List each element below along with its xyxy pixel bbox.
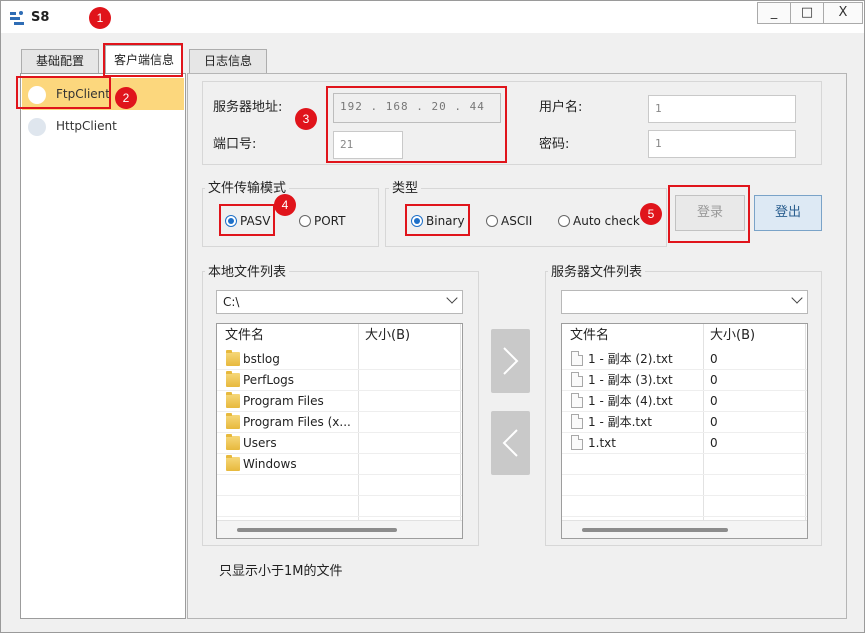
chevron-left-icon (502, 429, 518, 457)
ascii-radio[interactable]: ASCII (486, 214, 532, 228)
minimize-button[interactable]: _ (757, 2, 791, 24)
close-button[interactable]: X (823, 2, 863, 24)
auto-check-radio[interactable]: Auto check (558, 214, 640, 228)
file-size-note: 只显示小于1M的文件 (219, 564, 343, 579)
server-address-label: 服务器地址: (213, 100, 283, 115)
annotation-box-5 (668, 185, 750, 243)
server-path-select[interactable] (561, 290, 808, 314)
maximize-button[interactable]: □ (790, 2, 824, 24)
table-row-empty (562, 475, 807, 496)
file-icon (571, 414, 583, 429)
chevron-down-icon (446, 292, 458, 304)
table-row[interactable]: bstlog (217, 349, 462, 370)
scrollbar-thumb[interactable] (237, 528, 397, 532)
port-label: 端口号: (213, 137, 257, 152)
annotation-box-3 (326, 86, 507, 163)
folder-icon (226, 413, 240, 429)
download-button[interactable] (491, 411, 530, 475)
title-bar: S8 _ □ X (1, 1, 864, 33)
tab-log-info[interactable]: 日志信息 (189, 49, 267, 73)
table-row[interactable]: Windows (217, 454, 462, 475)
annotation-badge-5: 5 (640, 203, 662, 225)
local-files-title: 本地文件列表 (205, 261, 290, 280)
annotation-badge-4: 4 (274, 194, 296, 216)
annotation-badge-2: 2 (115, 87, 137, 109)
file-icon (571, 351, 583, 366)
server-file-table: 文件名 大小(B) 1 - 副本 (2).txt 0 1 - 副本 (3).txt… (561, 323, 808, 539)
table-row[interactable]: Program Files (x... (217, 412, 462, 433)
radio-icon (486, 215, 498, 227)
folder-icon (226, 434, 240, 450)
sidebar-item-label: HttpClient (56, 119, 117, 133)
username-input[interactable]: 1 (648, 95, 796, 123)
logout-button[interactable]: 登出 (754, 195, 822, 231)
tab-basic-config[interactable]: 基础配置 (21, 49, 99, 73)
table-row-empty (217, 496, 462, 517)
horizontal-scrollbar[interactable] (562, 520, 807, 538)
scrollbar-thumb[interactable] (582, 528, 728, 532)
chevron-right-icon (503, 347, 519, 375)
type-title: 类型 (389, 177, 422, 196)
annotation-badge-1: 1 (89, 7, 111, 29)
radio-icon (558, 215, 570, 227)
annotation-box-1 (103, 43, 183, 77)
table-row-empty (562, 496, 807, 517)
client-list: FtpClient HttpClient (20, 73, 186, 619)
app-logo-icon (10, 11, 24, 25)
folder-icon (226, 371, 240, 387)
file-icon (571, 435, 583, 450)
local-path-select[interactable]: C:\ (216, 290, 463, 314)
password-input[interactable]: 1 (648, 130, 796, 158)
table-row[interactable]: 1 - 副本 (4).txt 0 (562, 391, 807, 412)
table-row[interactable]: 1 - 副本 (3).txt 0 (562, 370, 807, 391)
column-header-name[interactable]: 文件名 (225, 324, 264, 348)
table-row[interactable]: 1 - 副本 (2).txt 0 (562, 349, 807, 370)
table-row[interactable]: 1.txt 0 (562, 433, 807, 454)
column-header-size[interactable]: 大小(B) (365, 324, 410, 348)
table-row-empty (217, 475, 462, 496)
table-row[interactable]: 1 - 副本.txt 0 (562, 412, 807, 433)
table-row[interactable]: Users (217, 433, 462, 454)
folder-icon (226, 350, 240, 366)
local-file-table: 文件名 大小(B) bstlog PerfLogs Program Files … (216, 323, 463, 539)
column-header-size[interactable]: 大小(B) (710, 324, 755, 348)
horizontal-scrollbar[interactable] (217, 520, 462, 538)
radio-icon (299, 215, 311, 227)
transfer-mode-title: 文件传输模式 (205, 177, 290, 196)
annotation-box-2 (16, 76, 111, 109)
file-icon (571, 393, 583, 408)
window-title: S8 (31, 10, 50, 25)
username-label: 用户名: (539, 100, 583, 115)
column-header-name[interactable]: 文件名 (570, 324, 609, 348)
password-label: 密码: (539, 137, 570, 152)
annotation-box-4 (219, 204, 275, 236)
file-icon (571, 372, 583, 387)
folder-icon (226, 455, 240, 471)
annotation-box-4b (405, 204, 470, 236)
table-row-empty (562, 454, 807, 475)
circle-icon (28, 118, 46, 136)
annotation-badge-3: 3 (295, 108, 317, 130)
table-row[interactable]: PerfLogs (217, 370, 462, 391)
upload-button[interactable] (491, 329, 530, 393)
server-files-title: 服务器文件列表 (548, 261, 646, 280)
folder-icon (226, 392, 240, 408)
table-row[interactable]: Program Files (217, 391, 462, 412)
port-radio[interactable]: PORT (299, 214, 345, 228)
app-window: S8 _ □ X 基础配置 客户端信息 日志信息 FtpClient HttpC… (0, 0, 865, 633)
chevron-down-icon (791, 292, 803, 304)
sidebar-item-httpclient[interactable]: HttpClient (22, 110, 184, 142)
